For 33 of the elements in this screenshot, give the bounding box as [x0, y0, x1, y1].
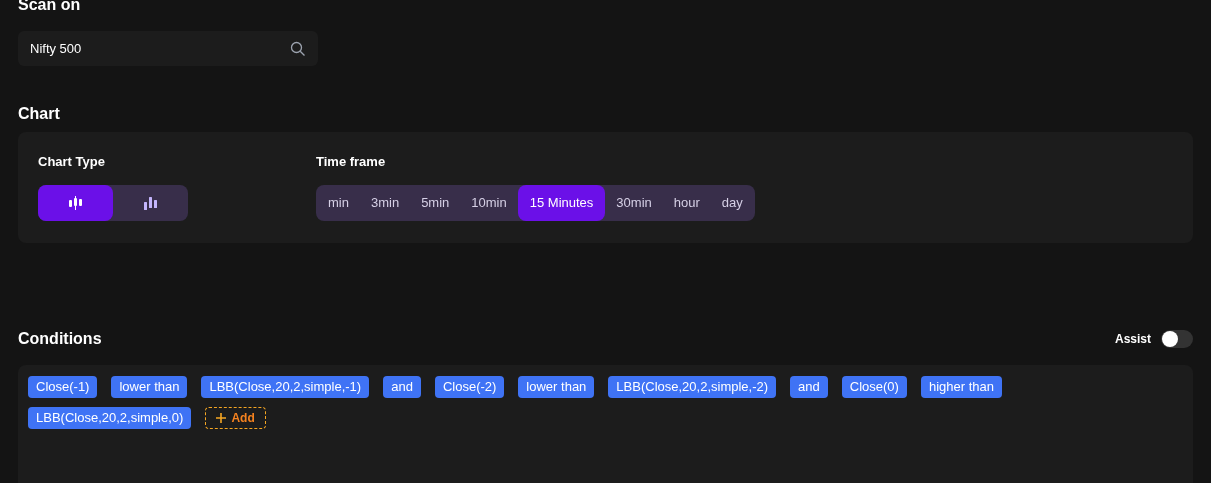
section-title: Conditions [18, 329, 102, 349]
field-label: Chart Type [38, 153, 106, 171]
search-field[interactable]: Nifty 500 [18, 31, 318, 66]
toggle-label: Assist [1114, 331, 1151, 348]
condition-chip[interactable]: Close(-2) [434, 376, 505, 398]
condition-chip[interactable]: LBB(Close,20,2,simple,-1) [201, 376, 370, 398]
condition-chip[interactable]: LBB(Close,20,2,simple,-2) [608, 376, 777, 398]
search-icon [290, 40, 306, 57]
field-label: Time frame [316, 153, 387, 171]
candlestick-icon [142, 195, 159, 210]
time-frame-tab[interactable]: 15 Minutes [517, 184, 606, 221]
condition-chip[interactable]: and [790, 376, 828, 398]
condition-chip[interactable]: Close(0) [841, 376, 907, 398]
time-frame-tab[interactable]: 30min [605, 184, 663, 221]
condition-chip[interactable]: lower than [111, 376, 188, 398]
condition-chip[interactable]: lower than [518, 376, 595, 398]
section-title: Chart [18, 104, 61, 124]
chart-type-button[interactable] [38, 184, 113, 221]
add-label: Add [231, 410, 255, 427]
time-frame-tab[interactable]: 5min [410, 184, 461, 221]
condition-chip[interactable]: higher than [920, 376, 1002, 398]
condition-chip[interactable]: and [383, 376, 421, 398]
time-frame-tab[interactable]: 3min [359, 184, 411, 221]
condition-chip[interactable]: LBB(Close,20,2,simple,0) [28, 407, 192, 429]
add-button[interactable]: Add [205, 407, 266, 429]
time-frame-tab[interactable]: hour [662, 184, 711, 221]
time-frame-tab[interactable]: min [317, 184, 360, 221]
time-frame-tab[interactable]: 10min [460, 184, 518, 221]
candlestick-icon [67, 195, 84, 210]
condition-chip[interactable]: Close(-1) [28, 376, 98, 398]
assist-toggle[interactable] [1161, 330, 1193, 348]
time-frame-tab[interactable]: day [710, 184, 754, 221]
plus-icon [216, 413, 227, 423]
